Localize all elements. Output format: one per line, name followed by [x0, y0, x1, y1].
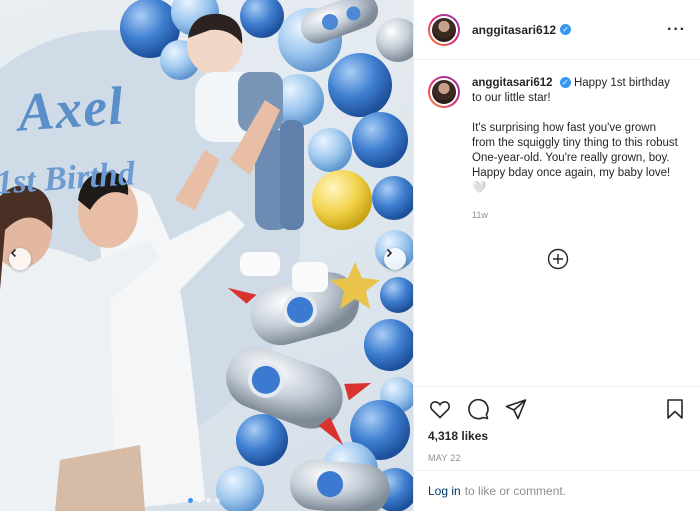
post-date[interactable]: MAY 22: [428, 453, 687, 463]
chevron-left-icon: [10, 248, 17, 258]
verified-badge-icon: ✓: [559, 77, 571, 89]
avatar-image: [430, 78, 458, 106]
login-link[interactable]: Log in: [428, 484, 461, 498]
caption-username[interactable]: anggitasari612: [472, 77, 553, 89]
chevron-right-icon: [386, 248, 393, 258]
caption-text: anggitasari612 ✓ Happy 1st birthday to o…: [472, 76, 682, 223]
heart-icon[interactable]: [428, 397, 452, 421]
carousel-dot: [188, 498, 193, 503]
more-options-icon[interactable]: ···: [667, 21, 686, 39]
caption-timestamp[interactable]: 11w: [472, 208, 682, 223]
carousel-dot: [215, 498, 220, 503]
post-side-panel: anggitasari612 ✓ ··· anggitasari612 ✓ Ha…: [413, 0, 700, 511]
share-icon[interactable]: [504, 397, 528, 421]
photo-illustration: [0, 0, 413, 511]
add-comment-icon[interactable]: [547, 248, 569, 270]
carousel-dots: [188, 498, 220, 503]
carousel-prev-button[interactable]: [9, 248, 31, 270]
post-photo[interactable]: Axel 1st Birthd: [0, 0, 413, 511]
carousel-dot: [197, 498, 202, 503]
header-username[interactable]: anggitasari612: [472, 23, 556, 37]
comment-icon[interactable]: [466, 397, 490, 421]
login-prompt-text: to like or comment.: [464, 484, 567, 498]
verified-badge-icon: ✓: [560, 24, 572, 35]
carousel-dot: [206, 498, 211, 503]
post-header: anggitasari612 ✓ ···: [414, 0, 700, 60]
action-row: [428, 397, 687, 421]
login-bar: Log in to like or comment.: [414, 470, 700, 511]
caption: anggitasari612 ✓ Happy 1st birthday to o…: [414, 60, 700, 223]
backdrop-name-text: Axel: [16, 75, 126, 143]
avatar[interactable]: [428, 13, 460, 46]
caption-body: It's surprising how fast you've grown fr…: [472, 122, 678, 194]
save-icon[interactable]: [663, 397, 687, 421]
carousel-next-button[interactable]: [384, 248, 406, 270]
likes-count[interactable]: 4,318 likes: [428, 429, 687, 443]
avatar-image: [430, 15, 458, 44]
post-actions: 4,318 likes MAY 22: [414, 386, 700, 463]
caption-avatar[interactable]: [428, 76, 460, 108]
